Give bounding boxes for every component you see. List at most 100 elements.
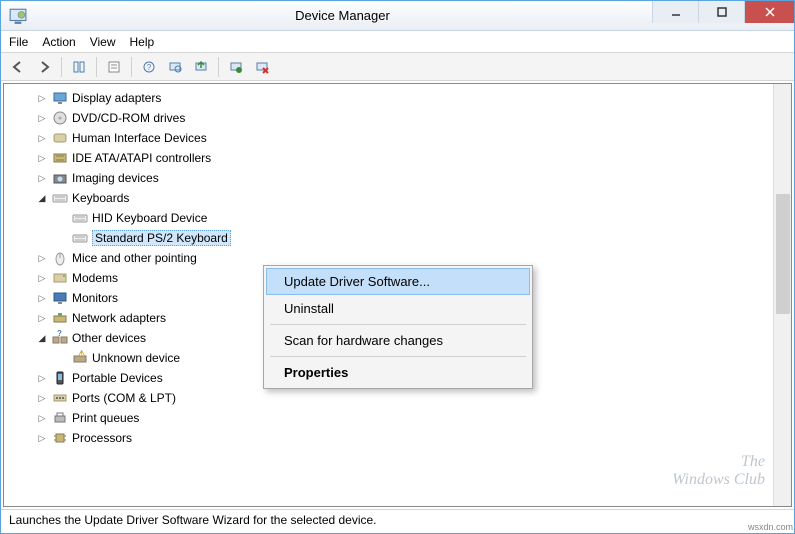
scrollbar[interactable] bbox=[773, 84, 791, 506]
expander-placeholder bbox=[56, 232, 68, 244]
portable-icon bbox=[52, 370, 68, 386]
tree-node-label: DVD/CD-ROM drives bbox=[72, 111, 185, 125]
tree-node-label: Standard PS/2 Keyboard bbox=[92, 230, 231, 246]
mouse-icon bbox=[52, 250, 68, 266]
expand-icon[interactable]: ▷ bbox=[36, 272, 48, 284]
tree-node-label: Monitors bbox=[72, 291, 118, 305]
tree-node[interactable]: ▷ IDE ATA/ATAPI controllers bbox=[6, 148, 771, 168]
expand-icon[interactable]: ▷ bbox=[36, 372, 48, 384]
svg-text:?: ? bbox=[147, 63, 152, 72]
tree-node[interactable]: ▷ Print queues bbox=[6, 408, 771, 428]
close-button[interactable] bbox=[744, 1, 794, 23]
expander-placeholder bbox=[56, 352, 68, 364]
expand-icon[interactable]: ▷ bbox=[36, 412, 48, 424]
window-title: Device Manager bbox=[33, 8, 652, 23]
tree-node-label: Keyboards bbox=[72, 191, 129, 205]
toolbar-separator bbox=[131, 57, 132, 77]
expand-icon[interactable]: ▷ bbox=[36, 172, 48, 184]
cpu-icon bbox=[52, 430, 68, 446]
monitor-icon bbox=[52, 290, 68, 306]
menu-action[interactable]: Action bbox=[42, 35, 75, 49]
forward-button[interactable] bbox=[33, 56, 55, 78]
tree-node-label: IDE ATA/ATAPI controllers bbox=[72, 151, 211, 165]
menu-file[interactable]: File bbox=[9, 35, 28, 49]
expand-icon[interactable]: ▷ bbox=[36, 312, 48, 324]
expand-icon[interactable]: ▷ bbox=[36, 152, 48, 164]
expand-icon[interactable]: ▷ bbox=[36, 432, 48, 444]
keyboard-icon bbox=[72, 210, 88, 226]
ctx-uninstall[interactable]: Uninstall bbox=[266, 295, 530, 322]
tree-node-label: Other devices bbox=[72, 331, 146, 345]
other-icon: ? bbox=[52, 330, 68, 346]
tree-node-label: Processors bbox=[72, 431, 132, 445]
scan-button[interactable] bbox=[164, 56, 186, 78]
scroll-thumb[interactable] bbox=[776, 194, 790, 314]
toolbar: ? bbox=[1, 53, 794, 81]
ctx-separator bbox=[270, 356, 526, 357]
tree-node[interactable]: ▷ Human Interface Devices bbox=[6, 128, 771, 148]
expand-icon[interactable]: ▷ bbox=[36, 92, 48, 104]
tree-node-label: Human Interface Devices bbox=[72, 131, 207, 145]
collapse-icon[interactable]: ◢ bbox=[36, 332, 48, 344]
collapse-icon[interactable]: ◢ bbox=[36, 192, 48, 204]
expand-icon[interactable]: ▷ bbox=[36, 392, 48, 404]
ide-icon bbox=[52, 150, 68, 166]
expand-icon[interactable]: ▷ bbox=[36, 252, 48, 264]
ctx-properties[interactable]: Properties bbox=[266, 359, 530, 386]
ctx-update-driver[interactable]: Update Driver Software... bbox=[266, 268, 530, 295]
tree-node-label: Display adapters bbox=[72, 91, 161, 105]
ctx-separator bbox=[270, 324, 526, 325]
menu-view[interactable]: View bbox=[90, 35, 116, 49]
show-hidden-button[interactable] bbox=[68, 56, 90, 78]
modem-icon bbox=[52, 270, 68, 286]
disc-icon bbox=[52, 110, 68, 126]
expand-icon[interactable]: ▷ bbox=[36, 112, 48, 124]
toolbar-separator bbox=[61, 57, 62, 77]
tree-node-label: Modems bbox=[72, 271, 118, 285]
maximize-button[interactable] bbox=[698, 1, 744, 23]
uninstall-button[interactable] bbox=[225, 56, 247, 78]
expander-placeholder bbox=[56, 212, 68, 224]
toolbar-separator bbox=[218, 57, 219, 77]
svg-text:⚠: ⚠ bbox=[78, 350, 85, 358]
back-button[interactable] bbox=[7, 56, 29, 78]
tree-node-label: Unknown device bbox=[92, 351, 180, 365]
statusbar: Launches the Update Driver Software Wiza… bbox=[1, 509, 794, 533]
tree-node[interactable]: HID Keyboard Device bbox=[6, 208, 771, 228]
tree-node[interactable]: ▷Ports (COM & LPT) bbox=[6, 388, 771, 408]
unknown-icon: ⚠ bbox=[72, 350, 88, 366]
tree-node-label: HID Keyboard Device bbox=[92, 211, 207, 225]
tree-node-label: Imaging devices bbox=[72, 171, 159, 185]
context-menu: Update Driver Software... Uninstall Scan… bbox=[263, 265, 533, 389]
svg-text:?: ? bbox=[57, 330, 62, 338]
disable-button[interactable] bbox=[251, 56, 273, 78]
ctx-scan[interactable]: Scan for hardware changes bbox=[266, 327, 530, 354]
tree-node[interactable]: ▷ DVD/CD-ROM drives bbox=[6, 108, 771, 128]
status-text: Launches the Update Driver Software Wiza… bbox=[9, 513, 377, 527]
network-icon bbox=[52, 310, 68, 326]
minimize-button[interactable] bbox=[652, 1, 698, 23]
tree-node[interactable]: ▷ Processors bbox=[6, 428, 771, 448]
imaging-icon bbox=[52, 170, 68, 186]
tree-node-label: Portable Devices bbox=[72, 371, 163, 385]
watermark: TheWindows Club bbox=[672, 453, 765, 489]
tree-node-label: Network adapters bbox=[72, 311, 166, 325]
tree-node[interactable]: Standard PS/2 Keyboard bbox=[6, 228, 771, 248]
expand-icon[interactable]: ▷ bbox=[36, 292, 48, 304]
help-button[interactable]: ? bbox=[138, 56, 160, 78]
display-icon bbox=[52, 90, 68, 106]
tree-node-label: Print queues bbox=[72, 411, 139, 425]
properties-button[interactable] bbox=[103, 56, 125, 78]
tree-node[interactable]: ▷ Display adapters bbox=[6, 88, 771, 108]
tree-node[interactable]: ◢ Keyboards bbox=[6, 188, 771, 208]
tree-node[interactable]: ▷ Imaging devices bbox=[6, 168, 771, 188]
toolbar-separator bbox=[96, 57, 97, 77]
update-driver-button[interactable] bbox=[190, 56, 212, 78]
titlebar: Device Manager bbox=[1, 1, 794, 31]
printer-icon bbox=[52, 410, 68, 426]
app-icon bbox=[9, 7, 27, 25]
menu-help[interactable]: Help bbox=[130, 35, 155, 49]
expand-icon[interactable]: ▷ bbox=[36, 132, 48, 144]
tree-node-label: Mice and other pointing bbox=[72, 251, 197, 265]
menubar: File Action View Help bbox=[1, 31, 794, 53]
